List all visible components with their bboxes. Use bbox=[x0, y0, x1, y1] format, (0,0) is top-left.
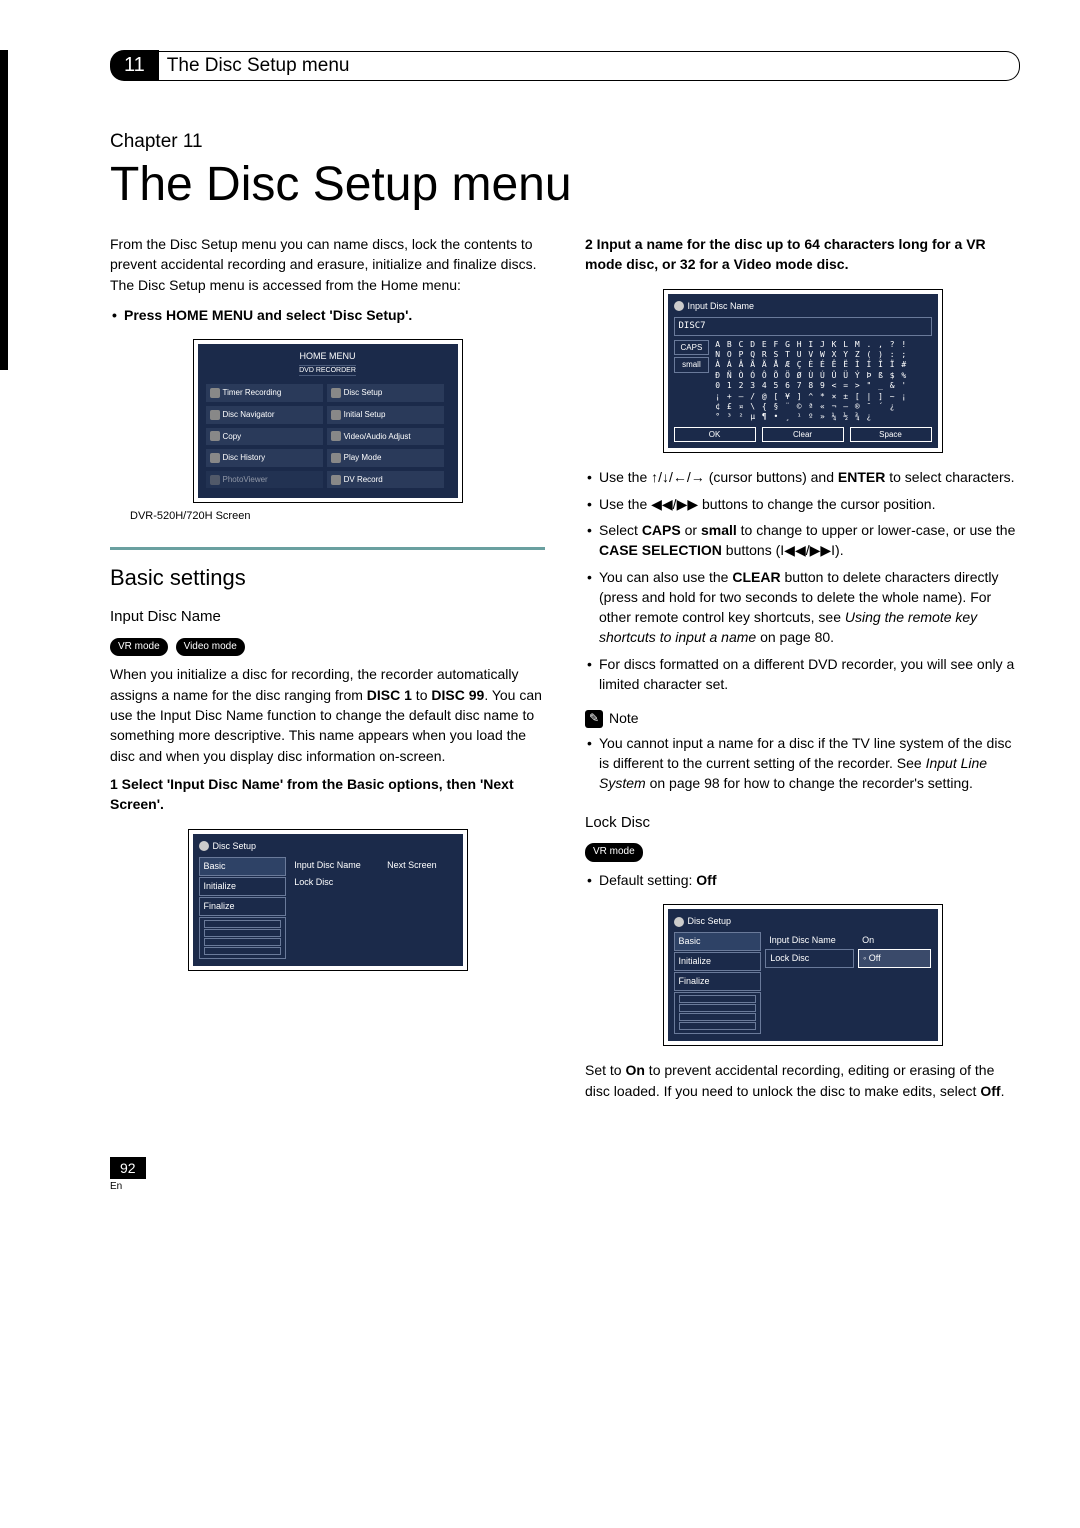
disc-icon bbox=[199, 841, 209, 851]
play-icon bbox=[331, 453, 341, 463]
skip-prev-next-icon: ◀◀/▶▶ bbox=[651, 496, 698, 512]
page-number: 92 bbox=[110, 1157, 146, 1179]
menu-initial-setup: Initial Setup bbox=[327, 406, 444, 424]
position-bullet: Use the ◀◀/▶▶ buttons to change the curs… bbox=[585, 494, 1020, 514]
main-title: The Disc Setup menu bbox=[110, 157, 1020, 212]
disc-icon bbox=[674, 301, 684, 311]
disc-icon bbox=[674, 917, 684, 927]
screenshot-caption: DVR-520H/720H Screen bbox=[130, 509, 545, 525]
kbd-small: small bbox=[674, 357, 710, 373]
menu-timer-recording: Timer Recording bbox=[206, 384, 323, 402]
kbd-space: Space bbox=[850, 427, 932, 443]
menu-disc-history: Disc History bbox=[206, 449, 323, 467]
vr-mode-pill: VR mode bbox=[110, 638, 168, 657]
home-menu-sub: DVD RECORDER bbox=[299, 365, 356, 376]
side-tab bbox=[0, 50, 8, 370]
home-menu-title: HOME MENU bbox=[300, 350, 356, 363]
step-1: 1 Select 'Input Disc Name' from the Basi… bbox=[110, 774, 545, 815]
ds-next-screen: Next Screen bbox=[383, 857, 456, 874]
intro-paragraph: From the Disc Setup menu you can name di… bbox=[110, 234, 545, 295]
kbd-clear: Clear bbox=[762, 427, 844, 443]
set-to-para: Set to On to prevent accidental recordin… bbox=[585, 1060, 1020, 1101]
disc-setup-screenshot-1: Disc Setup Basic Initialize Finalize Inp… bbox=[188, 829, 468, 971]
copy-icon bbox=[210, 431, 220, 441]
home-menu-screenshot: HOME MENU DVD RECORDER Timer Recording Di… bbox=[110, 339, 545, 525]
note-heading: ✎ Note bbox=[585, 708, 1020, 728]
basic-settings-heading: Basic settings bbox=[110, 562, 545, 594]
vr-mode-pill-2: VR mode bbox=[585, 843, 643, 862]
ds2-basic: Basic bbox=[674, 932, 762, 951]
dv-icon bbox=[331, 475, 341, 485]
ds-initialize: Initialize bbox=[199, 877, 287, 896]
disc-setup-screenshot-2: Disc Setup Basic Initialize Finalize Inp… bbox=[663, 904, 943, 1046]
right-column: 2 Input a name for the disc up to 64 cha… bbox=[585, 234, 1020, 1107]
ds2-input-disc-name: Input Disc Name bbox=[765, 932, 854, 949]
note-icon: ✎ bbox=[585, 710, 603, 728]
ds-basic: Basic bbox=[199, 857, 287, 876]
disc-icon bbox=[331, 388, 341, 398]
ds-input-disc-name: Input Disc Name bbox=[290, 857, 379, 874]
ds2-initialize: Initialize bbox=[674, 952, 762, 971]
menu-photoviewer: PhotoViewer bbox=[206, 471, 323, 489]
lock-disc-heading: Lock Disc bbox=[585, 812, 1020, 834]
cursor-bullet: Use the ↑/↓/←/→ (cursor buttons) and ENT… bbox=[585, 467, 1020, 487]
menu-disc-setup: Disc Setup bbox=[327, 384, 444, 402]
clock-icon bbox=[210, 388, 220, 398]
adjust-icon bbox=[331, 431, 341, 441]
default-setting: Default setting: Off bbox=[585, 870, 1020, 890]
menu-dv-record: DV Record bbox=[327, 471, 444, 489]
other-recorders-bullet: For discs formatted on a different DVD r… bbox=[585, 654, 1020, 695]
section-divider bbox=[110, 547, 545, 550]
caps-bullet: Select CAPS or small to change to upper … bbox=[585, 520, 1020, 561]
input-disc-name-heading: Input Disc Name bbox=[110, 606, 545, 628]
note-body: You cannot input a name for a disc if th… bbox=[585, 733, 1020, 794]
photo-icon bbox=[210, 475, 220, 485]
ds-finalize: Finalize bbox=[199, 897, 287, 916]
page-footer: 92 En bbox=[110, 1157, 1020, 1192]
press-home-menu-step: Press HOME MENU and select 'Disc Setup'. bbox=[110, 305, 545, 325]
ds2-off: ◦ Off bbox=[858, 949, 931, 968]
kbd-caps: CAPS bbox=[674, 340, 710, 356]
chapter-label: Chapter 11 bbox=[110, 131, 1020, 153]
input-disc-name-para: When you initialize a disc for recording… bbox=[110, 664, 545, 765]
video-mode-pill: Video mode bbox=[176, 638, 245, 657]
ds2-finalize: Finalize bbox=[674, 972, 762, 991]
ds2-on: On bbox=[858, 932, 931, 949]
ds-lock-disc: Lock Disc bbox=[290, 874, 379, 891]
skip-back-fwd-icon: I◀◀/▶▶I bbox=[780, 542, 835, 558]
gear-icon bbox=[331, 410, 341, 420]
kbd-ok: OK bbox=[674, 427, 756, 443]
header-title: The Disc Setup menu bbox=[159, 51, 1020, 81]
ds2-lock-disc: Lock Disc bbox=[765, 949, 854, 968]
history-icon bbox=[210, 453, 220, 463]
kbd-grid: A B C D E F G H I J K L M . , ? ! N O P … bbox=[715, 340, 907, 423]
nav-icon bbox=[210, 410, 220, 420]
keyboard-screenshot: Input Disc Name DISC7 CAPS small A B C D… bbox=[663, 289, 943, 454]
left-column: From the Disc Setup menu you can name di… bbox=[110, 234, 545, 1107]
menu-copy: Copy bbox=[206, 428, 323, 446]
step-2: 2 Input a name for the disc up to 64 cha… bbox=[585, 234, 1020, 275]
kbd-current-name: DISC7 bbox=[674, 317, 932, 336]
menu-play-mode: Play Mode bbox=[327, 449, 444, 467]
clear-bullet: You can also use the CLEAR button to del… bbox=[585, 567, 1020, 648]
page-lang: En bbox=[110, 1181, 1020, 1192]
page-header: 11 The Disc Setup menu bbox=[110, 50, 1020, 81]
chapter-badge: 11 bbox=[110, 50, 159, 81]
menu-disc-navigator: Disc Navigator bbox=[206, 406, 323, 424]
arrow-up-down-left-right-icon: ↑/↓/←/→ bbox=[651, 469, 705, 485]
menu-video-audio: Video/Audio Adjust bbox=[327, 428, 444, 446]
